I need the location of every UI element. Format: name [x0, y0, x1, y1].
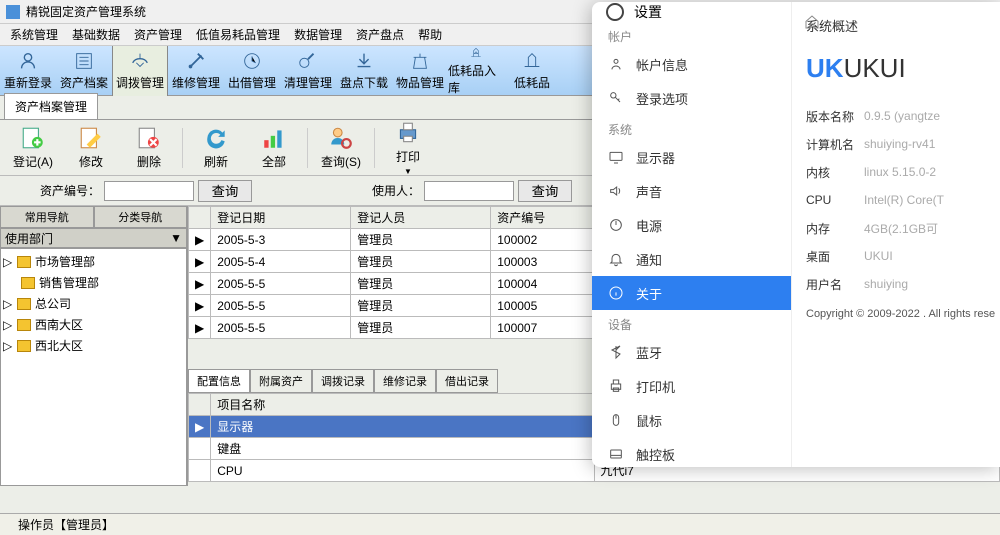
col-登记日期[interactable]: 登记日期: [211, 207, 351, 229]
kv-CPU: CPUIntel(R) Core(T: [806, 186, 1000, 214]
copyright: Copyright © 2009-2022 . All rights rese: [806, 308, 1000, 320]
kv-桌面: 桌面UKUI: [806, 242, 1000, 270]
dtab-借出记录[interactable]: 借出记录: [436, 369, 498, 393]
set-item-触控板[interactable]: 触控板: [592, 437, 791, 467]
kv-用户名: 用户名shuiying: [806, 270, 1000, 298]
settings-window: 设置 帐户帐户信息登录选项系统显示器声音电源通知关于设备蓝牙打印机鼠标触控板快捷…: [592, 2, 1000, 467]
operator-label: 操作员【管理员】: [18, 516, 114, 533]
set-group-系统: 系统: [592, 115, 791, 140]
tool-lend[interactable]: 出借管理: [224, 46, 280, 96]
tree-市场管理部[interactable]: ▷市场管理部: [3, 251, 184, 272]
set-item-显示器[interactable]: 显示器: [592, 140, 791, 174]
tree-西南大区[interactable]: ▷西南大区: [3, 314, 184, 335]
home-icon[interactable]: [804, 14, 820, 30]
set-group-帐户: 帐户: [592, 22, 791, 47]
dtab-配置信息[interactable]: 配置信息: [188, 369, 250, 393]
menu-基础数据[interactable]: 基础数据: [66, 24, 126, 45]
tool-lowout[interactable]: 低耗品: [504, 46, 560, 96]
detail-col-name: 项目名称: [211, 394, 594, 416]
all-button[interactable]: 全部: [245, 125, 303, 170]
tab-asset-archive[interactable]: 资产档案管理: [4, 93, 98, 119]
set-item-声音[interactable]: 声音: [592, 174, 791, 208]
menu-数据管理[interactable]: 数据管理: [288, 24, 348, 45]
set-item-打印机[interactable]: 打印机: [592, 369, 791, 403]
menu-帮助[interactable]: 帮助: [412, 24, 448, 45]
user-search-button[interactable]: 查询: [518, 180, 572, 202]
tree-总公司[interactable]: ▷总公司: [3, 293, 184, 314]
app-title: 精锐固定资产管理系统: [26, 3, 146, 20]
tool-relogin[interactable]: 重新登录: [0, 46, 56, 96]
nav-tab-common[interactable]: 常用导航: [0, 206, 94, 228]
delete-button[interactable]: 删除: [120, 125, 178, 170]
gear-icon: [606, 3, 624, 21]
query-button[interactable]: 查询(S): [312, 125, 370, 170]
user-input[interactable]: [424, 181, 514, 201]
left-panel: 常用导航 分类导航 使用部门▼ ▷市场管理部销售管理部▷总公司▷西南大区▷西北大…: [0, 206, 188, 486]
tool-goods[interactable]: 物品管理: [392, 46, 448, 96]
set-item-关于[interactable]: 关于: [592, 276, 791, 310]
dtab-调拨记录[interactable]: 调拨记录: [312, 369, 374, 393]
set-item-帐户信息[interactable]: 帐户信息: [592, 47, 791, 81]
kv-计算机名: 计算机名shuiying-rv41: [806, 130, 1000, 158]
tool-clean[interactable]: 清理管理: [280, 46, 336, 96]
kv-版本名称: 版本名称0.9.5 (yangtze: [806, 102, 1000, 130]
tree-销售管理部[interactable]: 销售管理部: [3, 272, 184, 293]
dept-tree: ▷市场管理部销售管理部▷总公司▷西南大区▷西北大区: [0, 248, 187, 486]
asset-search-button[interactable]: 查询: [198, 180, 252, 202]
ukui-logo: UKUKUI: [806, 53, 1000, 84]
dtab-附属资产[interactable]: 附属资产: [250, 369, 312, 393]
set-item-电源[interactable]: 电源: [592, 208, 791, 242]
statusbar: 操作员【管理员】: [0, 513, 1000, 535]
settings-header: 设置: [592, 2, 791, 22]
tool-allocate[interactable]: 调拨管理: [112, 46, 168, 96]
user-label: 使用人：: [360, 182, 420, 199]
menu-资产盘点[interactable]: 资产盘点: [350, 24, 410, 45]
tool-download[interactable]: 盘点下载: [336, 46, 392, 96]
nav-tab-category[interactable]: 分类导航: [94, 206, 188, 228]
set-item-登录选项[interactable]: 登录选项: [592, 81, 791, 115]
dept-header[interactable]: 使用部门▼: [0, 228, 187, 248]
col-登记人员[interactable]: 登记人员: [351, 207, 491, 229]
set-item-通知[interactable]: 通知: [592, 242, 791, 276]
tree-西北大区[interactable]: ▷西北大区: [3, 335, 184, 356]
modify-button[interactable]: 修改: [62, 125, 120, 170]
menu-低值易耗品管理[interactable]: 低值易耗品管理: [190, 24, 286, 45]
tool-repair[interactable]: 维修管理: [168, 46, 224, 96]
register-button[interactable]: 登记(A): [4, 125, 62, 170]
menu-资产管理[interactable]: 资产管理: [128, 24, 188, 45]
set-item-蓝牙[interactable]: 蓝牙: [592, 335, 791, 369]
dtab-维修记录[interactable]: 维修记录: [374, 369, 436, 393]
set-group-设备: 设备: [592, 310, 791, 335]
kv-内存: 内存4GB(2.1GB可: [806, 214, 1000, 242]
asset-no-label: 资产编号：: [40, 182, 100, 199]
kv-内核: 内核linux 5.15.0-2: [806, 158, 1000, 186]
tool-archive[interactable]: 资产档案: [56, 46, 112, 96]
app-icon: [6, 5, 20, 19]
overview-heading: 系统概述: [806, 16, 1000, 35]
set-item-鼠标[interactable]: 鼠标: [592, 403, 791, 437]
refresh-button[interactable]: 刷新: [187, 125, 245, 170]
tool-lowin[interactable]: 低耗品入库: [448, 46, 504, 96]
print-button[interactable]: 打印 ▼: [379, 120, 437, 176]
asset-no-input[interactable]: [104, 181, 194, 201]
menu-系统管理[interactable]: 系统管理: [4, 24, 64, 45]
